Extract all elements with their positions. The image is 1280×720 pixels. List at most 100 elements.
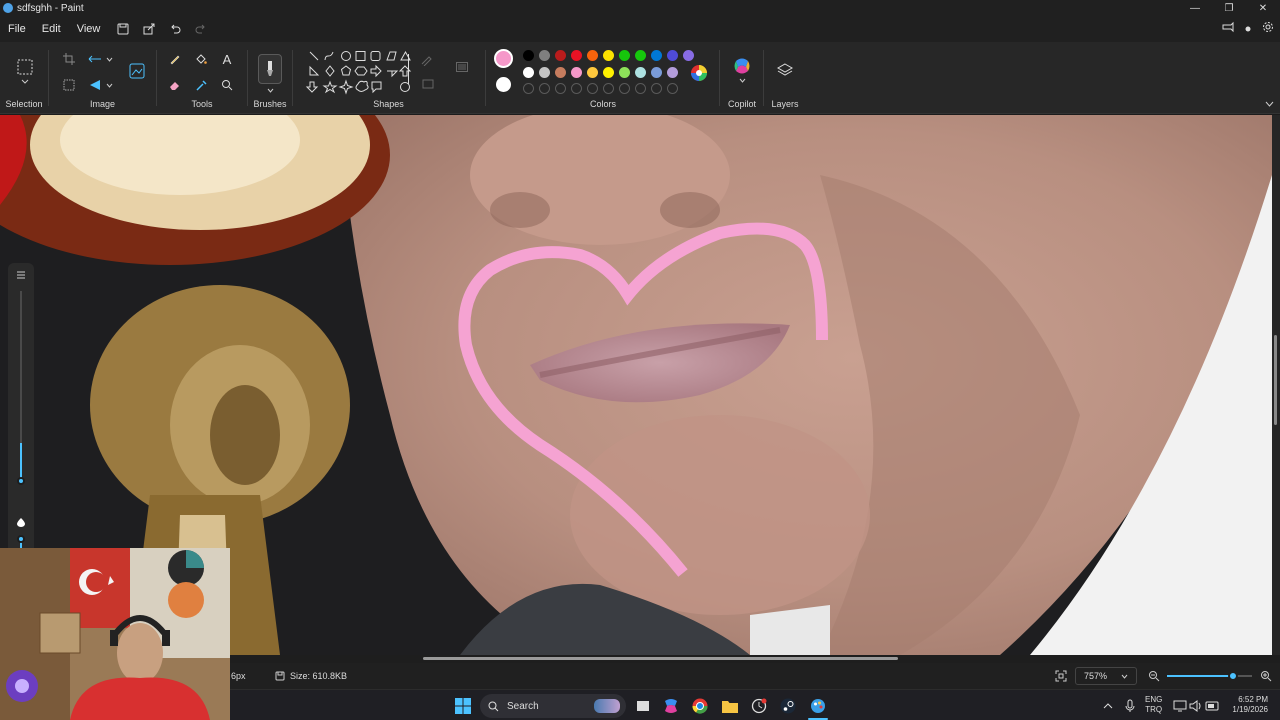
shape-outline-icon[interactable] <box>418 52 438 68</box>
copilot-taskbar-icon[interactable] <box>661 696 681 716</box>
chevron-down-icon[interactable] <box>736 76 748 84</box>
edit-colors-icon[interactable] <box>688 62 710 84</box>
menu-view[interactable]: View <box>69 23 109 35</box>
clock-time: 6:52 PM <box>1238 695 1268 704</box>
palette-swatch[interactable] <box>523 67 534 78</box>
palette-swatch[interactable] <box>603 67 614 78</box>
close-button[interactable]: ✕ <box>1246 0 1280 16</box>
shapes-gallery[interactable] <box>304 48 412 96</box>
layers-icon[interactable] <box>775 60 795 80</box>
account-icon[interactable] <box>1244 20 1252 38</box>
custom-color-slot[interactable] <box>587 83 598 94</box>
vertical-scroll-thumb[interactable] <box>1274 335 1277 425</box>
custom-color-slot[interactable] <box>603 83 614 94</box>
minimize-button[interactable]: — <box>1178 0 1212 16</box>
rotate-icon[interactable] <box>86 76 104 94</box>
task-view-icon[interactable] <box>633 696 653 716</box>
maximize-button[interactable]: ❐ <box>1212 0 1246 16</box>
color-picker-icon[interactable] <box>192 76 210 94</box>
palette-swatch[interactable] <box>571 50 582 61</box>
image-adjust-icon[interactable] <box>126 60 148 82</box>
palette-swatch[interactable] <box>667 50 678 61</box>
custom-color-slot[interactable] <box>523 83 534 94</box>
copilot-icon[interactable] <box>732 56 752 76</box>
chevron-down-icon[interactable] <box>264 86 276 94</box>
custom-color-slot[interactable] <box>619 83 630 94</box>
redo-icon[interactable] <box>190 18 212 40</box>
palette-swatch[interactable] <box>635 50 646 61</box>
taskbar-search-box[interactable]: Search <box>480 694 626 718</box>
custom-color-slot[interactable] <box>555 83 566 94</box>
selection-rect-icon[interactable] <box>15 57 35 77</box>
secondary-color-swatch[interactable] <box>496 77 511 92</box>
palette-swatch[interactable] <box>587 50 598 61</box>
custom-color-slot[interactable] <box>651 83 662 94</box>
horizontal-scroll-thumb[interactable] <box>423 657 898 660</box>
shape-fill-icon[interactable] <box>418 76 438 92</box>
clock-app-icon[interactable] <box>749 696 769 716</box>
shapes-scroll-bar[interactable] <box>408 54 409 84</box>
magnifier-icon[interactable] <box>218 76 236 94</box>
menu-edit[interactable]: Edit <box>34 23 69 35</box>
palette-swatch[interactable] <box>603 50 614 61</box>
zoom-out-icon[interactable] <box>1148 670 1160 684</box>
palette-swatch[interactable] <box>587 67 598 78</box>
undo-icon[interactable] <box>164 18 186 40</box>
palette-swatch[interactable] <box>651 50 662 61</box>
opacity-slider-knob[interactable] <box>17 535 25 543</box>
palette-swatch[interactable] <box>635 67 646 78</box>
system-clock[interactable]: 6:52 PM 1/19/2026 <box>1228 695 1268 715</box>
fit-to-window-icon[interactable] <box>1055 670 1067 684</box>
custom-color-slot[interactable] <box>571 83 582 94</box>
custom-color-slot[interactable] <box>667 83 678 94</box>
palette-swatch[interactable] <box>539 50 550 61</box>
chevron-down-icon[interactable] <box>18 76 32 86</box>
palette-swatch[interactable] <box>683 50 694 61</box>
pencil-icon[interactable] <box>166 50 184 68</box>
steam-icon[interactable] <box>778 696 798 716</box>
select-all-icon[interactable] <box>60 76 78 94</box>
zoom-dropdown[interactable]: 757% <box>1075 667 1137 685</box>
menu-file[interactable]: File <box>0 23 34 35</box>
palette-swatch[interactable] <box>667 67 678 78</box>
eraser-icon[interactable] <box>166 76 184 94</box>
selection-group: Selection <box>0 42 48 114</box>
zoom-in-icon[interactable] <box>1260 670 1272 684</box>
custom-color-slot[interactable] <box>539 83 550 94</box>
save-icon[interactable] <box>112 18 134 40</box>
settings-gear-icon[interactable] <box>1262 20 1274 38</box>
custom-color-slot[interactable] <box>635 83 646 94</box>
primary-color-swatch[interactable] <box>494 49 513 68</box>
text-tool-icon[interactable]: A <box>218 50 236 68</box>
feedback-icon[interactable] <box>1222 20 1234 38</box>
chrome-icon[interactable] <box>690 696 710 716</box>
zoom-slider-knob[interactable] <box>1228 671 1239 681</box>
input-language-indicator[interactable]: ENG TRQ <box>1145 695 1162 715</box>
vertical-scrollbar[interactable] <box>1272 115 1280 655</box>
crop-icon[interactable] <box>60 50 78 68</box>
palette-swatch[interactable] <box>571 67 582 78</box>
chevron-down-icon[interactable] <box>104 50 114 68</box>
palette-swatch[interactable] <box>651 67 662 78</box>
chevron-down-icon[interactable] <box>104 76 114 94</box>
brush-size-slider-knob[interactable] <box>17 477 25 485</box>
brush-icon[interactable] <box>258 54 282 84</box>
fill-bucket-icon[interactable] <box>192 50 210 68</box>
palette-swatch[interactable] <box>619 50 630 61</box>
shape-size-icon[interactable] <box>454 60 470 74</box>
paint-taskbar-icon[interactable] <box>808 696 828 716</box>
resize-icon[interactable] <box>86 50 104 68</box>
palette-swatch[interactable] <box>619 67 630 78</box>
zoom-slider-track[interactable] <box>1167 671 1252 681</box>
battery-icon[interactable] <box>1203 696 1223 716</box>
file-explorer-icon[interactable] <box>720 696 740 716</box>
ribbon-collapse-chevron-icon[interactable] <box>1262 98 1276 110</box>
palette-swatch[interactable] <box>555 67 566 78</box>
share-icon[interactable] <box>138 18 160 40</box>
tray-overflow-chevron-icon[interactable] <box>1098 696 1118 716</box>
palette-swatch[interactable] <box>523 50 534 61</box>
windows-start-icon[interactable] <box>453 696 473 716</box>
palette-swatch[interactable] <box>539 67 550 78</box>
microphone-icon[interactable] <box>1120 696 1140 716</box>
palette-swatch[interactable] <box>555 50 566 61</box>
